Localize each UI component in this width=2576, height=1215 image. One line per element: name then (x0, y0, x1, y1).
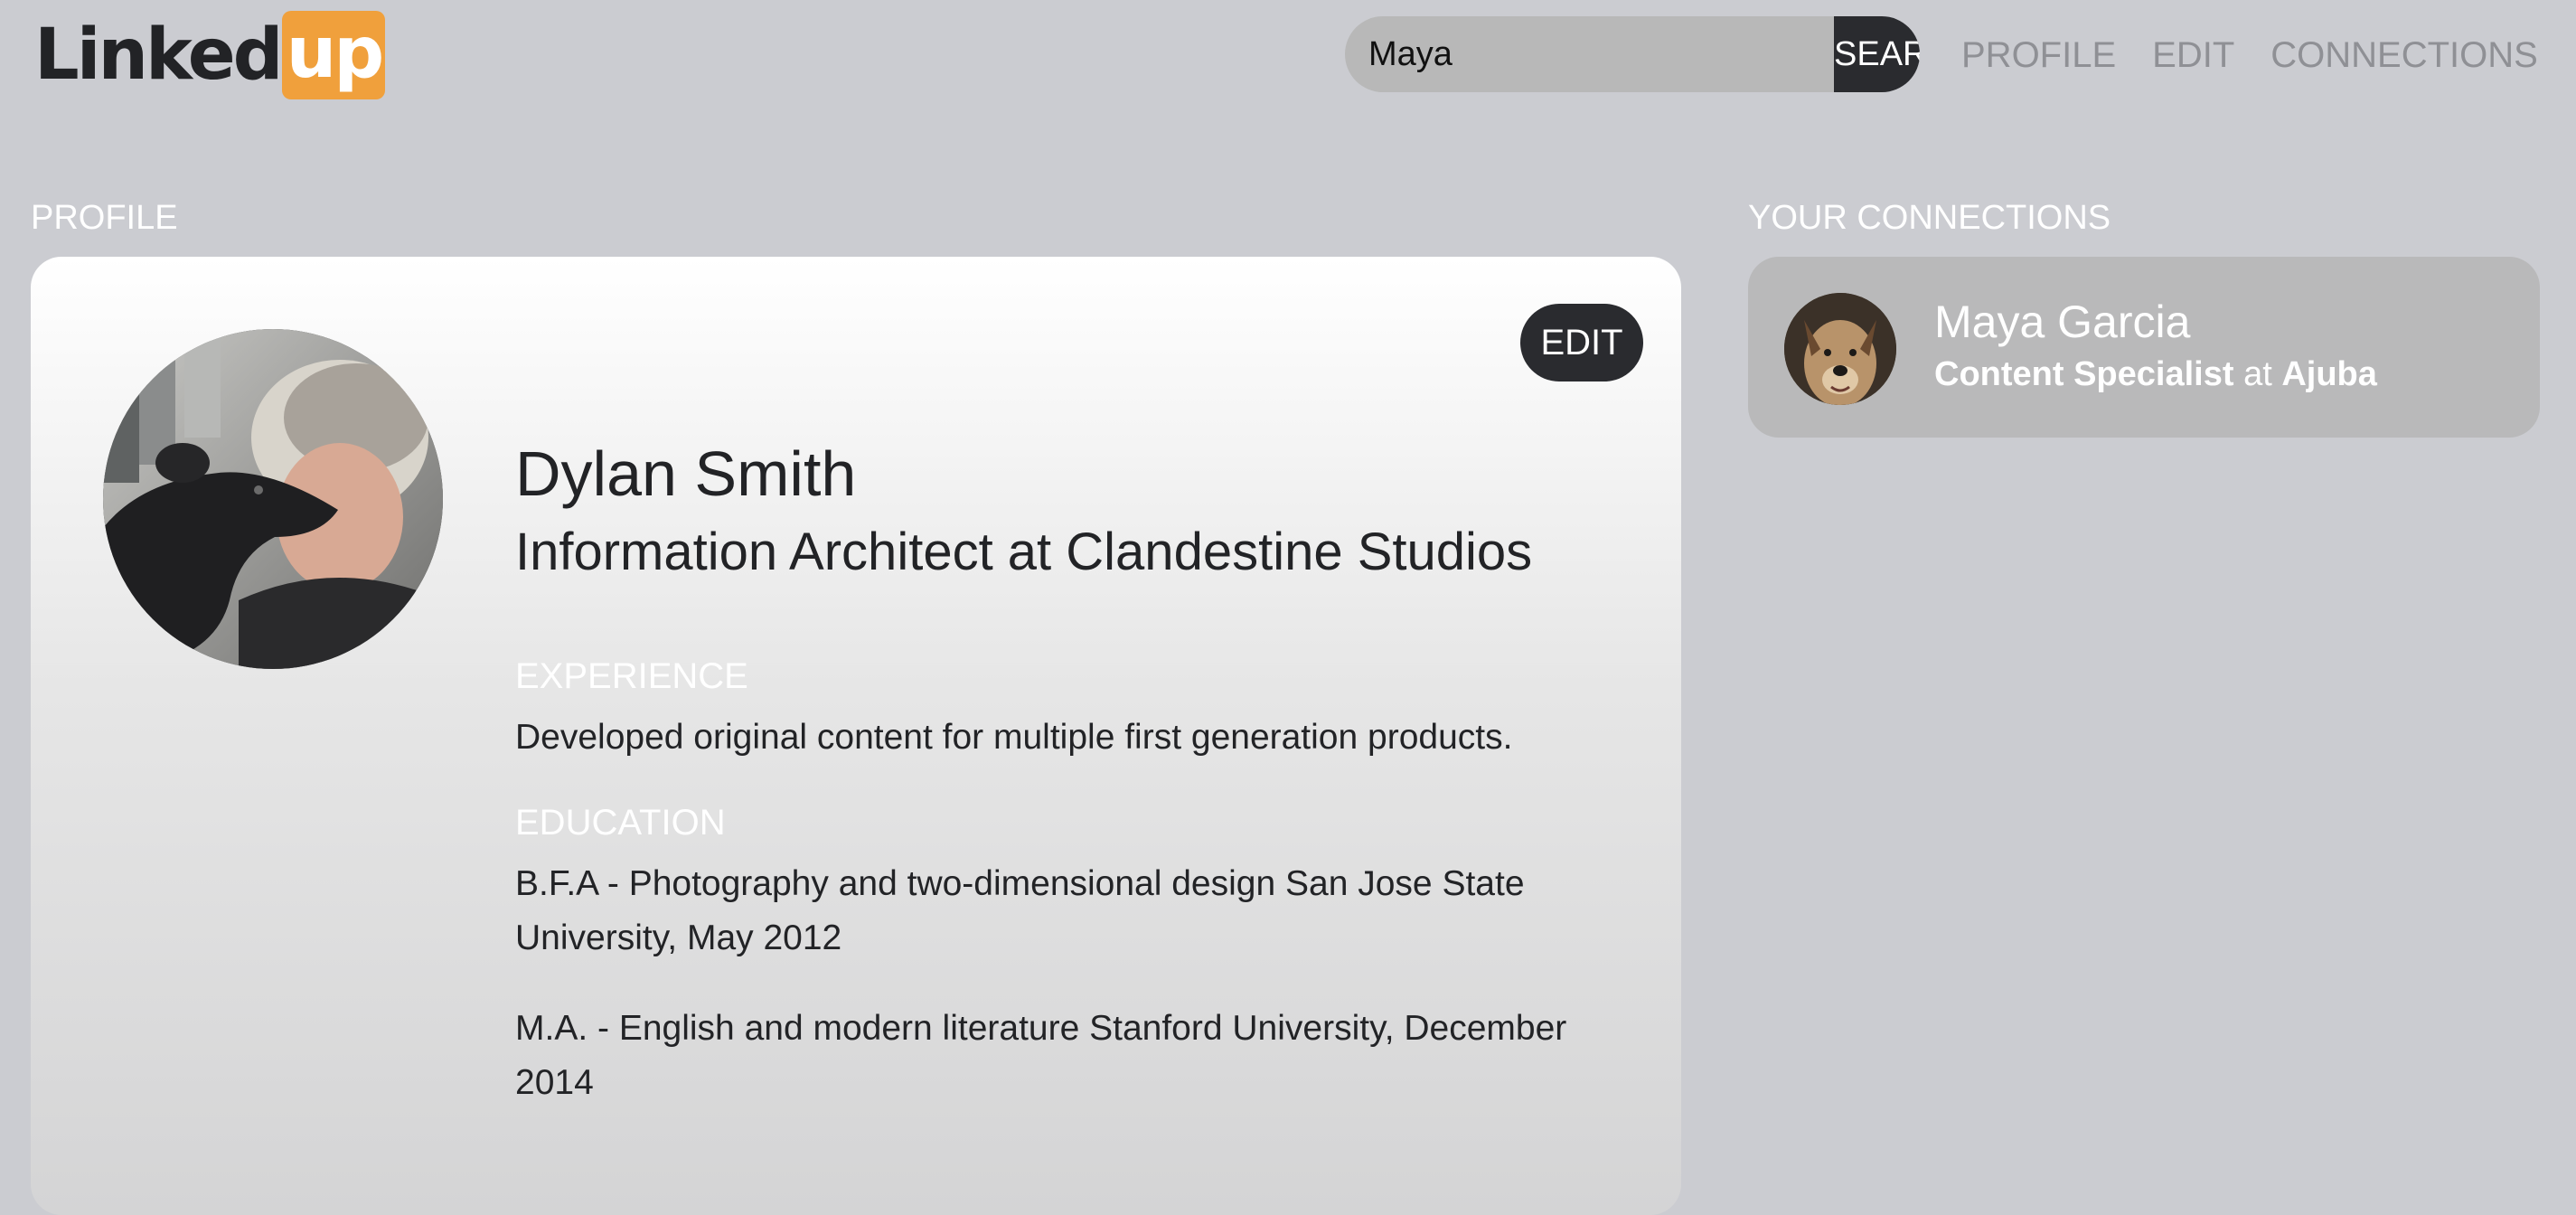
nav-connections-link[interactable]: CONNECTIONS (2270, 33, 2538, 78)
profile-section-label: PROFILE (31, 199, 178, 237)
linkedup-logo[interactable]: Linked up (34, 11, 386, 99)
edit-profile-button[interactable]: EDIT (1520, 304, 1643, 381)
profile-card: EDIT Dylan Smith Information Architect a… (31, 257, 1681, 1215)
connection-card[interactable]: Maya Garcia Content Specialist at Ajuba (1748, 257, 2540, 438)
search-button[interactable]: SEARCH (1834, 16, 1920, 92)
experience-text: Developed original content for multiple … (515, 718, 1513, 757)
education-heading: EDUCATION (515, 803, 726, 843)
top-nav: PROFILE EDIT CONNECTIONS (1961, 33, 2538, 78)
profile-info: Dylan Smith Information Architect at Cla… (515, 438, 1600, 1110)
logo-text-accent: up (286, 13, 384, 94)
logo-text-main: Linked (34, 14, 283, 96)
profile-photo-avatar (103, 329, 443, 669)
connection-photo-avatar (1784, 293, 1896, 405)
experience-heading: EXPERIENCE (515, 656, 748, 696)
search-input[interactable] (1345, 16, 1834, 92)
connections-section-label: YOUR CONNECTIONS (1748, 199, 2111, 237)
search-bar: SEARCH (1345, 16, 1920, 92)
connection-title: Content Specialist at Ajuba (1934, 353, 2377, 396)
profile-name: Dylan Smith (515, 438, 857, 509)
connection-company: Ajuba (2281, 355, 2377, 393)
connection-role: Content Specialist (1934, 355, 2234, 393)
logo-accent-box: up (282, 11, 386, 99)
education-item: M.A. - English and modern literature Sta… (515, 1009, 1567, 1102)
nav-profile-link[interactable]: PROFILE (1961, 33, 2116, 78)
profile-headline: Information Architect at Clandestine Stu… (515, 523, 1533, 581)
connection-connector: at (2243, 355, 2272, 393)
connection-name: Maya Garcia (1934, 297, 2191, 347)
education-item: B.F.A - Photography and two-dimensional … (515, 864, 1525, 957)
nav-edit-link[interactable]: EDIT (2152, 33, 2234, 78)
